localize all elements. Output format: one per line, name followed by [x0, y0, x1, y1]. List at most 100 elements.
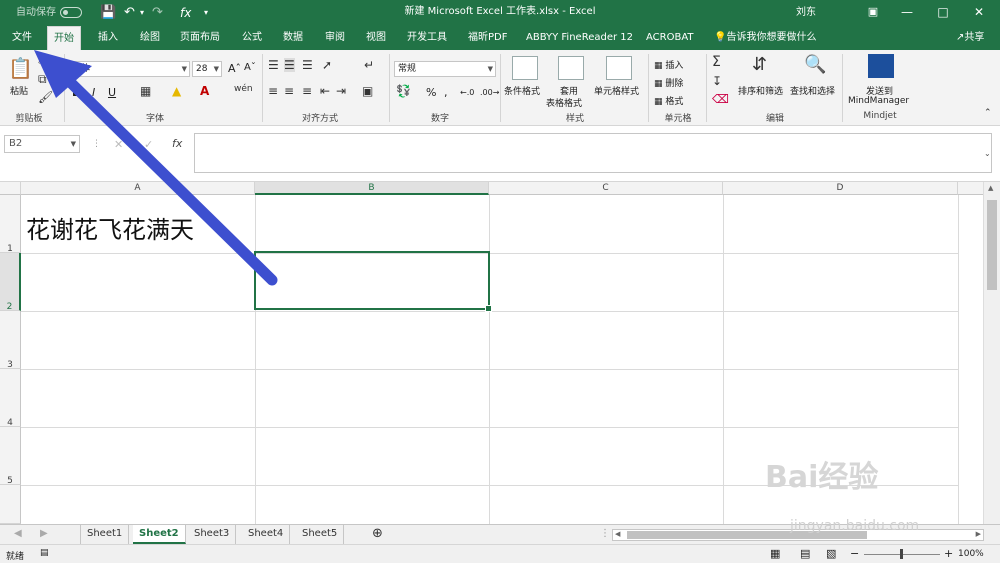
decrease-font-icon[interactable]: Aˇ	[244, 62, 256, 73]
orientation-icon[interactable]: ➚	[322, 58, 332, 72]
zoom-in-icon[interactable]: +	[944, 547, 953, 560]
name-box[interactable]: B2 ▼	[4, 135, 80, 153]
insert-cells-button[interactable]: ▦ 插入	[654, 58, 683, 71]
paste-label[interactable]: 粘贴	[10, 84, 28, 97]
worksheet-grid[interactable]: A B C D 1 2 3 4 5 花谢花飞花满天 ▲	[0, 182, 1000, 524]
share-button[interactable]: ↗共享	[950, 26, 990, 50]
clear-icon[interactable]: ⌫	[712, 92, 729, 106]
format-cells-button[interactable]: ▦ 格式	[654, 94, 683, 107]
cell-styles-icon[interactable]	[606, 56, 632, 80]
scroll-tabs-left-icon[interactable]: ◀	[8, 525, 28, 544]
sheet-tab-sheet4[interactable]: Sheet4	[242, 525, 291, 544]
sort-filter-icon[interactable]: ⇵	[752, 54, 767, 75]
format-painter-icon[interactable]: 🖌	[38, 90, 53, 104]
autosave-toggle[interactable]: 自动保存	[16, 0, 82, 26]
paste-icon[interactable]: 📋	[8, 56, 33, 80]
scroll-left-icon[interactable]: ◀	[615, 530, 620, 538]
zoom-level[interactable]: 100%	[958, 549, 984, 559]
zoom-out-icon[interactable]: −	[850, 547, 859, 560]
format-as-table-label-2[interactable]: 表格格式	[546, 96, 582, 109]
vertical-scrollbar[interactable]: ▲	[983, 182, 1000, 524]
column-header-e[interactable]	[958, 182, 983, 195]
save-icon[interactable]: 💾	[100, 0, 116, 26]
select-all-corner[interactable]	[0, 182, 21, 195]
expand-formula-icon[interactable]: ⌄	[984, 149, 991, 158]
phonetic-icon[interactable]: wén	[234, 84, 253, 94]
close-icon[interactable]: ✕	[962, 0, 996, 24]
undo-dropdown-icon[interactable]: ▾	[140, 0, 144, 26]
sort-filter-label[interactable]: 排序和筛选	[738, 84, 783, 97]
accounting-format-icon[interactable]: 💱	[396, 84, 411, 98]
tab-abbyy[interactable]: ABBYY FineReader 12	[520, 26, 639, 50]
redo-icon[interactable]: ↷	[152, 0, 163, 26]
conditional-formatting-label[interactable]: 条件格式	[504, 84, 540, 97]
row-header-6[interactable]	[0, 485, 21, 524]
fill-color-icon[interactable]: ▲	[172, 84, 181, 98]
bold-button[interactable]: B	[72, 86, 80, 99]
insert-function-icon[interactable]: fx	[180, 0, 191, 26]
tab-insert[interactable]: 插入	[92, 26, 124, 50]
number-format-select[interactable]: 常规 ▼	[394, 61, 496, 77]
tab-file[interactable]: 文件	[6, 26, 38, 50]
align-middle-icon[interactable]: ☰	[284, 58, 295, 72]
scroll-up-icon[interactable]: ▲	[988, 184, 993, 192]
delete-cells-button[interactable]: ▦ 删除	[654, 76, 683, 89]
undo-icon[interactable]: ↶	[124, 0, 135, 26]
find-select-label[interactable]: 查找和选择	[790, 84, 835, 97]
row-header-1[interactable]: 1	[0, 195, 21, 254]
maximize-icon[interactable]: □	[926, 0, 960, 24]
new-sheet-icon[interactable]: ⊕	[366, 525, 389, 544]
format-as-table-icon[interactable]	[558, 56, 584, 80]
tab-developer[interactable]: 开发工具	[401, 26, 453, 50]
increase-font-icon[interactable]: Aˆ	[228, 62, 241, 75]
vertical-scroll-thumb[interactable]	[987, 200, 997, 290]
tab-review[interactable]: 审阅	[319, 26, 351, 50]
column-header-b[interactable]: B	[255, 182, 489, 195]
row-header-4[interactable]: 4	[0, 369, 21, 428]
align-center-icon[interactable]: ≡	[284, 84, 294, 98]
mindmanager-icon[interactable]	[868, 54, 894, 78]
user-name[interactable]: 刘东	[796, 0, 816, 26]
scroll-right-icon[interactable]: ▶	[976, 530, 981, 538]
sheet-tab-sheet3[interactable]: Sheet3	[188, 525, 237, 544]
zoom-slider-thumb[interactable]	[900, 549, 903, 559]
tab-formulas[interactable]: 公式	[236, 26, 268, 50]
sheet-tab-sheet5[interactable]: Sheet5	[296, 525, 345, 544]
page-break-view-icon[interactable]: ▧	[826, 547, 836, 560]
minimize-icon[interactable]: —	[890, 0, 924, 24]
ribbon-display-options-icon[interactable]: ▣	[856, 0, 890, 24]
decrease-indent-icon[interactable]: ⇤	[320, 84, 330, 98]
cut-icon[interactable]: ✂	[38, 54, 48, 68]
autosum-icon[interactable]: Σ	[712, 54, 721, 70]
fill-icon[interactable]: ↧	[712, 74, 722, 88]
send-to-label-2[interactable]: MindManager	[848, 96, 909, 106]
align-top-icon[interactable]: ☰	[268, 58, 279, 72]
comma-style-icon[interactable]: ,	[444, 86, 448, 99]
borders-icon[interactable]: ▦	[140, 84, 151, 98]
row-header-3[interactable]: 3	[0, 311, 21, 370]
selected-cell-b2[interactable]	[254, 251, 492, 312]
scroll-tabs-right-icon[interactable]: ▶	[34, 525, 54, 544]
align-right-icon[interactable]: ≡	[302, 84, 312, 98]
row-header-5[interactable]: 5	[0, 427, 21, 486]
horizontal-scroll-thumb[interactable]	[627, 531, 867, 539]
italic-button[interactable]: I	[92, 86, 95, 99]
cell-styles-label[interactable]: 单元格样式	[594, 84, 639, 97]
tab-draw[interactable]: 绘图	[134, 26, 166, 50]
find-select-icon[interactable]: 🔍	[804, 54, 826, 75]
font-color-icon[interactable]: A	[200, 84, 209, 98]
conditional-formatting-icon[interactable]	[512, 56, 538, 80]
sheet-tab-sheet1[interactable]: Sheet1	[80, 525, 130, 544]
normal-view-icon[interactable]: ▦	[770, 547, 780, 560]
sheet-tab-sheet2[interactable]: Sheet2	[133, 525, 186, 544]
align-bottom-icon[interactable]: ☰	[302, 58, 313, 72]
merge-center-icon[interactable]: ▣	[362, 84, 373, 98]
column-header-a[interactable]: A	[21, 182, 255, 195]
column-header-c[interactable]: C	[489, 182, 723, 195]
tab-page-layout[interactable]: 页面布局	[174, 26, 226, 50]
align-left-icon[interactable]: ≡	[268, 84, 278, 98]
tab-view[interactable]: 视图	[360, 26, 392, 50]
copy-icon[interactable]: ⧉	[38, 72, 47, 87]
horizontal-scrollbar[interactable]: ◀ ▶	[612, 529, 984, 541]
column-header-d[interactable]: D	[723, 182, 958, 195]
